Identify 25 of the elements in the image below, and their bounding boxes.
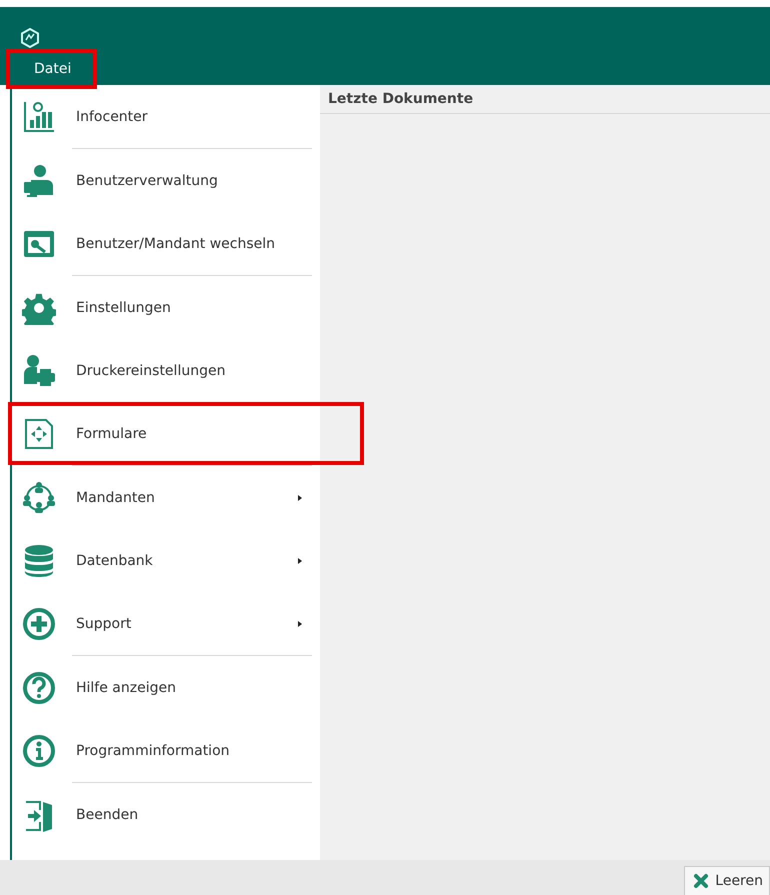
form-arrows-icon [22,416,56,450]
menu-item[interactable]: Benutzer/Mandant wechseln [12,212,320,275]
logo-icon [20,28,40,48]
people-circle-icon [22,480,56,514]
menu-item[interactable]: Beenden [12,783,320,846]
menu-item[interactable]: Benutzerverwaltung [12,149,320,212]
help-icon [22,670,56,704]
user-printer-icon [22,354,56,388]
close-icon [693,873,710,889]
menu-item[interactable]: Programminformation [12,719,320,782]
menu-item[interactable]: Mandanten [12,466,320,529]
menu-item[interactable]: Infocenter [12,85,320,148]
recent-documents-header: Letzte Dokumente [320,85,770,114]
menu-item[interactable]: Datenbank [12,529,320,592]
user-computer-icon [22,164,56,198]
menu-item[interactable]: Einstellungen [12,276,320,339]
info-icon [22,734,56,768]
database-icon [22,544,56,578]
bar-chart-icon [22,100,56,134]
plus-circle-icon [22,606,56,640]
menu-item[interactable]: Hilfe anzeigen [12,656,320,719]
menu-item[interactable]: Druckereinstellungen [12,339,320,402]
clear-button[interactable]: Leeren [684,866,770,895]
menu-item[interactable]: Formulare [8,402,364,465]
menu-item[interactable]: Support [12,592,320,655]
